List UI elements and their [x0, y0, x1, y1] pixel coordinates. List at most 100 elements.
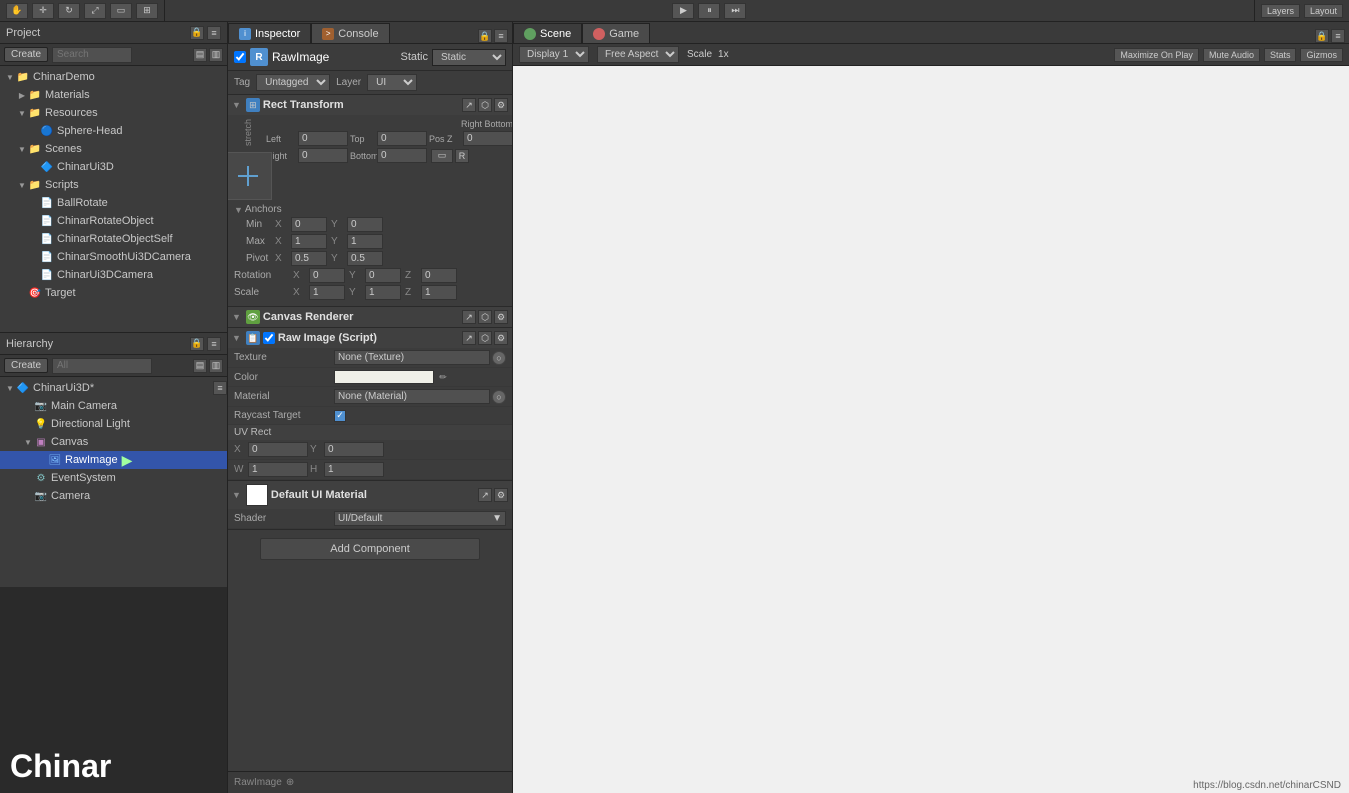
hierarchy-lock-btn[interactable]: 🔒	[190, 337, 204, 351]
uv-w-input[interactable]	[248, 462, 308, 477]
uv-h-input[interactable]	[324, 462, 384, 477]
anchor-min-x-input[interactable]	[291, 217, 327, 232]
project-tree-item-chinarrotate[interactable]: ▶ 📄 ChinarRotateObject	[0, 212, 227, 230]
uv-y-input[interactable]	[324, 442, 384, 457]
project-tree-item-spherehead[interactable]: ▶ 🔵 Sphere-Head	[0, 122, 227, 140]
rect-copy-btn[interactable]: ⬡	[478, 98, 492, 112]
rect-r-btn[interactable]: R	[455, 149, 469, 163]
layers-btn[interactable]: Layers	[1261, 4, 1300, 18]
add-component-btn[interactable]: Add Component	[260, 538, 480, 560]
maximize-btn[interactable]: Maximize On Play	[1114, 48, 1199, 62]
left-input[interactable]	[298, 131, 348, 146]
project-lock-btn[interactable]: 🔒	[190, 26, 204, 40]
hierarchy-item-chinarui3d[interactable]: ▼ 🔷 ChinarUi3D* ≡	[0, 379, 227, 397]
raw-image-active-checkbox[interactable]	[263, 332, 275, 344]
raw-image-header[interactable]: ▼ 📋 Raw Image (Script) ↗ ⬡ ⚙	[228, 328, 512, 348]
rotation-y-input[interactable]	[365, 268, 401, 283]
game-tab[interactable]: Game	[582, 23, 650, 43]
gizmos-btn[interactable]: Gizmos	[1300, 48, 1343, 62]
texture-circle-btn[interactable]: ○	[492, 351, 506, 365]
bottom-input[interactable]	[377, 148, 427, 163]
layer-dropdown[interactable]: UI	[367, 74, 417, 91]
shader-dropdown[interactable]: UI/Default ▼	[334, 511, 506, 526]
raw-image-settings-btn[interactable]: ⚙	[494, 331, 508, 345]
inspector-lock-btn[interactable]: 🔒	[478, 29, 492, 43]
hierarchy-expand-btn[interactable]: ▤	[193, 359, 207, 373]
object-active-checkbox[interactable]	[234, 51, 246, 63]
scene-lock-btn[interactable]: 🔒	[1315, 29, 1329, 43]
console-tab[interactable]: > Console	[311, 23, 389, 43]
play-btn[interactable]: ▶	[672, 3, 694, 19]
project-tree-item-chinarui3d[interactable]: ▶ 🔷 ChinarUi3D	[0, 158, 227, 176]
project-tree-item-chinarsmooth[interactable]: ▶ 📄 ChinarSmoothUi3DCamera	[0, 248, 227, 266]
default-material-header[interactable]: ▼ Default UI Material ↗ ⚙	[228, 481, 512, 509]
canvas-renderer-settings-btn[interactable]: ⚙	[494, 310, 508, 324]
pause-btn[interactable]: ⏸	[698, 3, 720, 19]
project-tree-item-materials[interactable]: ▶ 📁 Materials	[0, 86, 227, 104]
hand-tool-btn[interactable]: ✋	[6, 3, 28, 19]
raycast-checkbox[interactable]: ✓	[334, 410, 346, 422]
hierarchy-item-canvas[interactable]: ▼ ▣ Canvas	[0, 433, 227, 451]
project-tree-item-chinarrotateself[interactable]: ▶ 📄 ChinarRotateObjectSelf	[0, 230, 227, 248]
hierarchy-item-maincamera[interactable]: ▶ 📷 Main Camera	[0, 397, 227, 415]
hierarchy-scene-menu[interactable]: ≡	[213, 381, 227, 395]
top-input[interactable]	[377, 131, 427, 146]
rect-transform-header[interactable]: ▼ ⊞ Rect Transform ↗ ⬡ ⚙	[228, 95, 512, 115]
rotation-z-input[interactable]	[421, 268, 457, 283]
scale-tool-btn[interactable]: ⤢	[84, 3, 106, 19]
hierarchy-search-input[interactable]	[52, 358, 152, 374]
layout-btn[interactable]: Layout	[1304, 4, 1343, 18]
anchors-header[interactable]: ▼ Anchors	[234, 202, 506, 217]
pivot-y-input[interactable]	[347, 251, 383, 266]
project-tree-item-chinardemo[interactable]: ▼ 📁 ChinarDemo	[0, 68, 227, 86]
color-swatch[interactable]	[334, 370, 434, 384]
project-collapse-btn[interactable]: ▥	[209, 48, 223, 62]
rect-ref-btn[interactable]: ↗	[462, 98, 476, 112]
project-tree-item-scripts[interactable]: ▼ 📁 Scripts	[0, 176, 227, 194]
aspect-dropdown[interactable]: Free Aspect	[597, 46, 679, 63]
project-search-input[interactable]	[52, 47, 132, 63]
rotation-x-input[interactable]	[309, 268, 345, 283]
raw-image-ref-btn[interactable]: ↗	[462, 331, 476, 345]
posz-input[interactable]	[463, 131, 512, 146]
texture-dropdown[interactable]: None (Texture)	[334, 350, 490, 365]
stats-btn[interactable]: Stats	[1264, 48, 1297, 62]
scene-tab[interactable]: Scene	[513, 23, 582, 43]
tag-dropdown[interactable]: Untagged	[256, 74, 330, 91]
transform-tool-btn[interactable]: ⊞	[136, 3, 158, 19]
hierarchy-item-camera[interactable]: ▶ 📷 Camera	[0, 487, 227, 505]
canvas-renderer-ref-btn[interactable]: ↗	[462, 310, 476, 324]
project-tree-item-target[interactable]: ▶ 🎯 Target	[0, 284, 227, 302]
canvas-renderer-copy-btn[interactable]: ⬡	[478, 310, 492, 324]
project-create-btn[interactable]: Create	[4, 47, 48, 62]
rect-tool-btn[interactable]: ▭	[110, 3, 132, 19]
uv-x-input[interactable]	[248, 442, 308, 457]
project-tree-item-scenes[interactable]: ▼ 📁 Scenes	[0, 140, 227, 158]
hierarchy-item-directionallight[interactable]: ▶ 💡 Directional Light	[0, 415, 227, 433]
material-circle-btn[interactable]: ○	[492, 390, 506, 404]
scale-z-input[interactable]	[421, 285, 457, 300]
hierarchy-create-btn[interactable]: Create	[4, 358, 48, 373]
rect-settings-btn[interactable]: ⚙	[494, 98, 508, 112]
rect-aspect-btn[interactable]: ▭	[431, 149, 453, 163]
project-tree-item-resources[interactable]: ▼ 📁 Resources	[0, 104, 227, 122]
pivot-x-input[interactable]	[291, 251, 327, 266]
scale-y-input[interactable]	[365, 285, 401, 300]
rotate-tool-btn[interactable]: ↻	[58, 3, 80, 19]
step-btn[interactable]: ⏭	[724, 3, 746, 19]
hierarchy-menu-btn[interactable]: ≡	[207, 337, 221, 351]
canvas-renderer-header[interactable]: ▼ 👁 Canvas Renderer ↗ ⬡ ⚙	[228, 307, 512, 327]
display-dropdown[interactable]: Display 1	[519, 46, 589, 63]
material-dropdown[interactable]: None (Material)	[334, 389, 490, 404]
hierarchy-collapse-btn[interactable]: ▥	[209, 359, 223, 373]
anchor-max-x-input[interactable]	[291, 234, 327, 249]
project-expand-btn[interactable]: ▤	[193, 48, 207, 62]
raw-image-copy-btn[interactable]: ⬡	[478, 331, 492, 345]
material-ref-btn[interactable]: ↗	[478, 488, 492, 502]
material-settings-btn[interactable]: ⚙	[494, 488, 508, 502]
color-edit-btn[interactable]: ✏	[436, 370, 450, 384]
scene-menu-btn[interactable]: ≡	[1331, 29, 1345, 43]
project-menu-btn[interactable]: ≡	[207, 26, 221, 40]
mute-btn[interactable]: Mute Audio	[1203, 48, 1260, 62]
anchor-min-y-input[interactable]	[347, 217, 383, 232]
